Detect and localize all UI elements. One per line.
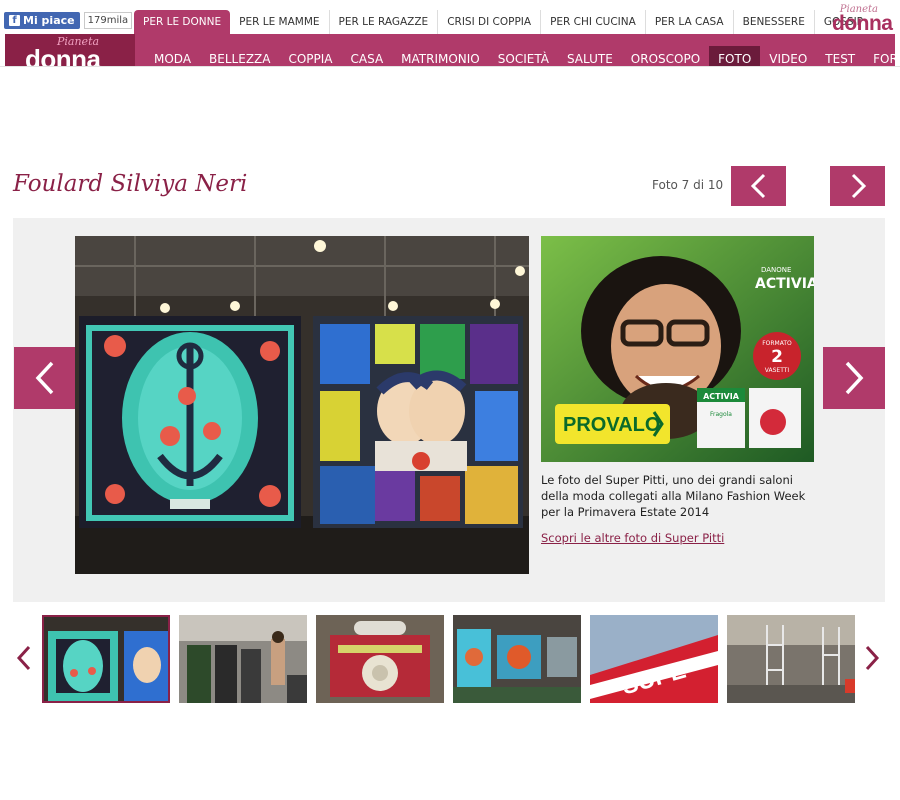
ad-brand-top: DANONE <box>761 266 791 274</box>
photo-counter: Foto 7 di 10 <box>652 178 724 192</box>
next-photo-button[interactable] <box>830 166 885 206</box>
thumbnails-previous-button[interactable] <box>14 643 34 673</box>
previous-photo-button[interactable] <box>731 166 786 206</box>
facebook-like-button[interactable]: f Mi piace <box>4 12 80 29</box>
photo-caption: Le foto del Super Pitti, uno dei grandi … <box>541 473 806 519</box>
tab-per-le-mamme[interactable]: PER LE MAMME <box>230 10 328 34</box>
chevron-left-icon <box>750 173 765 199</box>
ad-badge-number: 2 <box>771 347 783 367</box>
chevron-right-icon <box>865 645 880 671</box>
tab-per-la-casa[interactable]: PER LA CASA <box>644 10 733 34</box>
audience-tabs: PER LE DONNE PER LE MAMME PER LE RAGAZZE… <box>134 10 872 34</box>
thumbnail-2[interactable] <box>179 615 307 703</box>
facebook-like-count: 179mila <box>83 12 133 29</box>
thumbnail-1[interactable] <box>42 615 170 703</box>
tab-benessere[interactable]: BENESSERE <box>732 10 814 34</box>
tab-crisi-di-coppia[interactable]: CRISI DI COPPIA <box>437 10 540 34</box>
ad-badge-line1: FORMATO <box>762 340 792 347</box>
gallery-previous-button[interactable] <box>14 347 76 409</box>
ad-badge-line2: VASETTI <box>765 367 790 374</box>
thumbnail-5[interactable]: SUPE <box>590 615 718 703</box>
tab-per-le-donne[interactable]: PER LE DONNE <box>134 10 231 34</box>
advertisement-banner[interactable]: DANONE ACTIVIA FORMATO 2 VASETTI PROVALO… <box>541 236 814 462</box>
gallery-title: Foulard Silviya Neri <box>13 171 248 197</box>
chevron-left-icon <box>35 361 54 395</box>
logo-donna-text: donna <box>832 12 893 35</box>
tab-per-le-ragazze[interactable]: PER LE RAGAZZE <box>328 10 438 34</box>
chevron-left-icon <box>16 645 31 671</box>
facebook-icon: f <box>9 15 20 26</box>
main-photo <box>75 236 529 574</box>
ad-cup-flavor: Fragola <box>710 411 732 418</box>
gallery-next-button[interactable] <box>823 347 885 409</box>
thumbnails-next-button[interactable] <box>862 643 882 673</box>
facebook-like-label: Mi piace <box>23 14 75 27</box>
chevron-right-icon <box>845 361 864 395</box>
thumbnail-4[interactable] <box>453 615 581 703</box>
chevron-right-icon <box>851 173 866 199</box>
page-content: Foulard Silviya Neri Foto 7 di 10 DANONE… <box>0 66 900 734</box>
site-logo-small[interactable]: Pianeta donna <box>832 4 894 35</box>
more-photos-link[interactable]: Scopri le altre foto di Super Pitti <box>541 531 724 545</box>
ad-brand: ACTIVIA <box>755 276 814 292</box>
tab-per-chi-cucina[interactable]: PER CHI CUCINA <box>540 10 645 34</box>
thumbnail-3[interactable] <box>316 615 444 703</box>
facebook-like-widget[interactable]: f Mi piace 179mila <box>4 12 133 29</box>
ad-cta: PROVALO <box>563 414 660 436</box>
thumbnail-6[interactable] <box>727 615 855 703</box>
ad-cup-label: ACTIVIA <box>703 392 740 401</box>
